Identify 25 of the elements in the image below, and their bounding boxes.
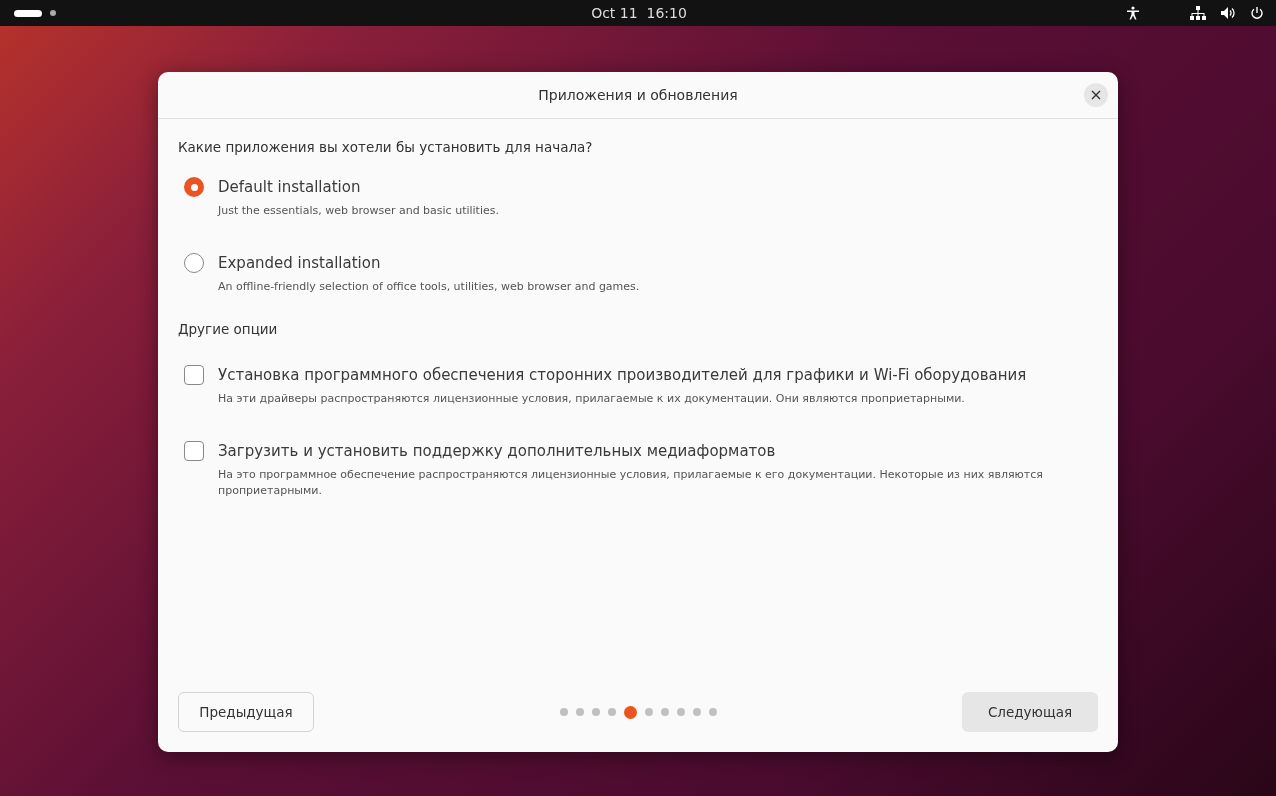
- checkbox[interactable]: [184, 365, 204, 385]
- option-label[interactable]: Загрузить и установить поддержку дополнительных медиаформатов: [218, 441, 1078, 461]
- option-description: Just the essentials, web browser and basic utilities.: [218, 203, 499, 219]
- option-description: На это программное обеспечение распространяются лицензионные условия, прилагаемые к его документации. Некоторые из них являются проприетарными.: [218, 467, 1044, 499]
- option-label[interactable]: Default installation: [218, 177, 499, 197]
- volume-icon[interactable]: [1220, 6, 1236, 20]
- radio-button[interactable]: [184, 253, 204, 273]
- accessibility-icon[interactable]: [1126, 6, 1140, 20]
- dialog-title: Приложения и обновления: [538, 87, 738, 103]
- question-text: Какие приложения вы хотели бы установить для начала?: [178, 139, 594, 155]
- checkbox[interactable]: [184, 441, 204, 461]
- next-button[interactable]: Следующая: [962, 692, 1098, 732]
- radio-button[interactable]: [184, 177, 204, 197]
- power-icon[interactable]: [1250, 6, 1264, 20]
- close-icon: [1091, 90, 1101, 100]
- workspace-indicator[interactable]: [14, 9, 42, 17]
- section-heading: Другие опции: [178, 321, 279, 337]
- close-button[interactable]: [1084, 83, 1108, 107]
- option-description: На эти драйверы распространяются лицензионные условия, прилагаемые к их документации. Они являются проприетарными.: [218, 391, 966, 407]
- option-label[interactable]: Expanded installation: [218, 253, 640, 273]
- network-icon[interactable]: [1190, 6, 1206, 20]
- option-description: An offline-friendly selection of office tools, utilities, web browser and games.: [218, 279, 640, 295]
- workspace-indicator[interactable]: [50, 10, 56, 16]
- back-button[interactable]: Предыдущая: [178, 692, 314, 732]
- option-label[interactable]: Установка программного обеспечения сторонних производителей для графики и Wi-Fi оборудования: [218, 365, 1027, 385]
